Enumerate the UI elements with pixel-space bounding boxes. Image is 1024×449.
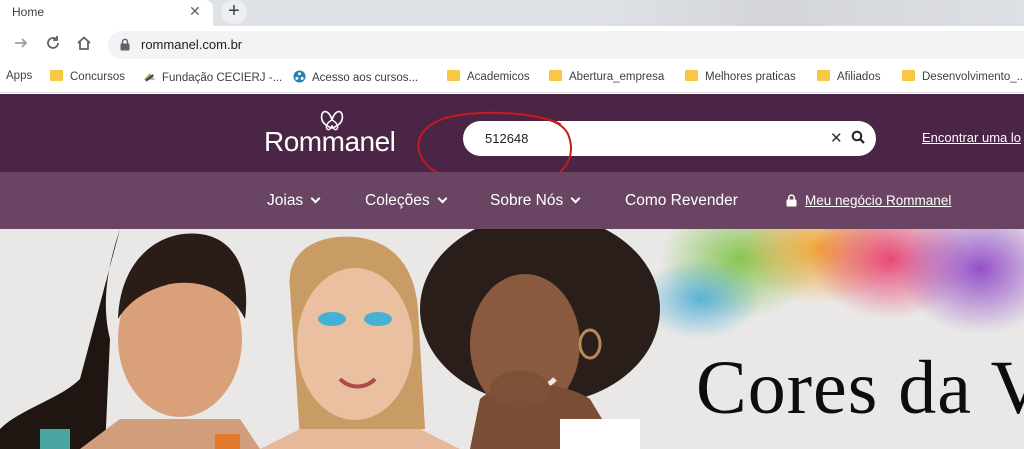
chevron-down-icon bbox=[570, 193, 581, 204]
folder-icon bbox=[685, 70, 698, 81]
tab-title: Home bbox=[12, 5, 45, 19]
bookmark-label: Fundação CECIERJ -... bbox=[162, 72, 283, 84]
forward-arrow-icon[interactable] bbox=[10, 35, 32, 57]
nav-label: Sobre Nós bbox=[490, 192, 564, 209]
nav-label: Coleções bbox=[365, 192, 430, 209]
nav-label: Joias bbox=[267, 192, 304, 209]
bookmark-abertura-empresa[interactable]: Abertura_empresa bbox=[549, 70, 664, 86]
folder-icon bbox=[549, 70, 562, 81]
business-link-label: Meu negócio Rommanel bbox=[805, 193, 952, 208]
find-store-link[interactable]: Encontrar uma lo bbox=[922, 130, 1021, 145]
blurred-tab-area bbox=[600, 0, 1024, 26]
bookmarks-bar: Apps Concursos Fundação CECIERJ -... Ace… bbox=[0, 64, 1024, 93]
bookmark-fundacao-cecierj[interactable]: Fundação CECIERJ -... bbox=[143, 70, 282, 86]
search-input[interactable] bbox=[485, 129, 815, 148]
cecierj-icon bbox=[143, 73, 156, 82]
nav-sobre-nos[interactable]: Sobre Nós bbox=[490, 192, 581, 210]
hero-banner[interactable]: Cores da V bbox=[0, 229, 1024, 449]
search-box[interactable]: ✕ bbox=[463, 121, 876, 156]
business-link[interactable]: Meu negócio Rommanel bbox=[786, 193, 951, 208]
home-icon[interactable] bbox=[73, 35, 95, 57]
bookmark-concursos[interactable]: Concursos bbox=[50, 70, 125, 86]
bookmark-label: Abertura_empresa bbox=[569, 71, 665, 83]
browser-toolbar: rommanel.com.br bbox=[0, 26, 1024, 64]
logo-wordmark: Rommanel bbox=[264, 126, 396, 157]
clear-search-icon[interactable]: ✕ bbox=[830, 129, 843, 147]
url-text: rommanel.com.br bbox=[141, 37, 243, 52]
bookmark-apps[interactable]: Apps bbox=[6, 70, 32, 86]
bookmark-acesso-cursos[interactable]: Acesso aos cursos... bbox=[293, 70, 418, 86]
rommanel-logo[interactable]: Rommanel bbox=[264, 108, 414, 160]
lock-icon bbox=[120, 38, 130, 51]
nav-joias[interactable]: Joias bbox=[267, 192, 321, 210]
bookmark-label: Desenvolvimento_... bbox=[922, 71, 1024, 83]
bookmark-label: Acesso aos cursos... bbox=[312, 72, 419, 84]
nav-colecoes[interactable]: Coleções bbox=[365, 192, 448, 210]
bookmark-desenvolvimento[interactable]: Desenvolvimento_... bbox=[902, 70, 1024, 86]
search-icon[interactable] bbox=[851, 130, 866, 145]
site-navigation: Joias Coleções Sobre Nós Como Revender M… bbox=[0, 172, 1024, 229]
browser-tab[interactable]: Home ✕ bbox=[0, 0, 213, 26]
folder-icon bbox=[50, 70, 63, 81]
site-header: Rommanel ✕ Encontrar uma lo bbox=[0, 94, 1024, 172]
new-tab-button[interactable]: + bbox=[221, 0, 247, 24]
folder-icon bbox=[817, 70, 830, 81]
chevron-down-icon bbox=[310, 193, 321, 204]
lock-icon bbox=[786, 194, 797, 207]
folder-icon bbox=[447, 70, 460, 81]
bookmark-academicos[interactable]: Academicos bbox=[447, 70, 530, 86]
bookmark-label: Afiliados bbox=[837, 71, 881, 83]
bookmark-label: Melhores praticas bbox=[705, 71, 796, 83]
bookmark-afiliados[interactable]: Afiliados bbox=[817, 70, 880, 86]
nav-label: Como Revender bbox=[625, 192, 738, 209]
reload-icon[interactable] bbox=[42, 35, 64, 57]
address-bar[interactable]: rommanel.com.br bbox=[108, 31, 1024, 59]
hero-headline: Cores da V bbox=[696, 346, 1024, 430]
tab-close-icon[interactable]: ✕ bbox=[189, 3, 201, 20]
nav-como-revender[interactable]: Como Revender bbox=[625, 192, 738, 210]
browser-tab-strip: Home ✕ + bbox=[0, 0, 1024, 26]
folder-icon bbox=[902, 70, 915, 81]
chevron-down-icon bbox=[437, 193, 448, 204]
bookmark-label: Apps bbox=[6, 70, 33, 82]
course-portal-icon bbox=[293, 70, 306, 83]
bookmark-label: Academicos bbox=[467, 71, 530, 83]
bookmark-melhores-praticas[interactable]: Melhores praticas bbox=[685, 70, 796, 86]
bookmark-label: Concursos bbox=[70, 71, 125, 83]
